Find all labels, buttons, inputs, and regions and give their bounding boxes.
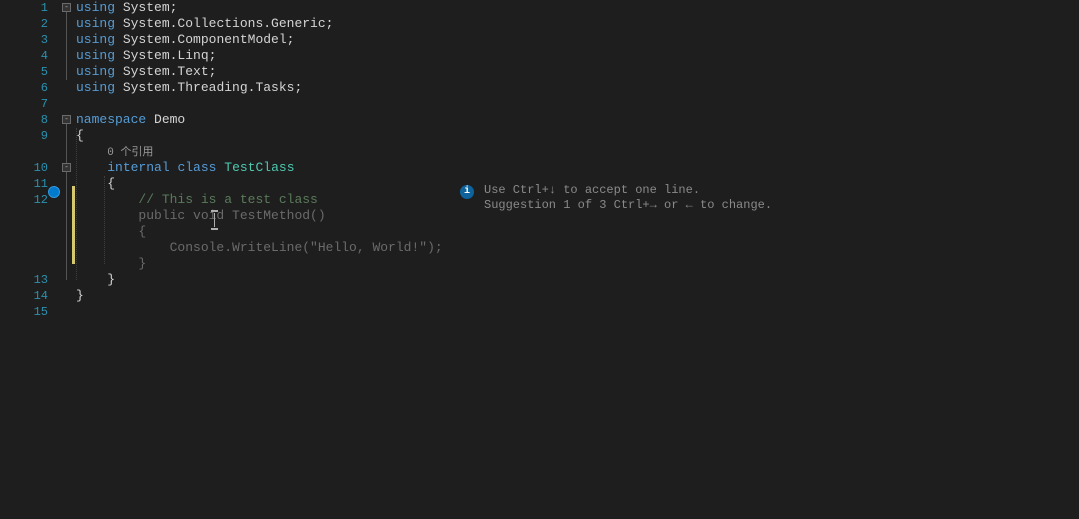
code-line[interactable]: using System.Linq; bbox=[76, 48, 1079, 64]
inline-suggestion-hint: i Use Ctrl+↓ to accept one line. Suggest… bbox=[460, 183, 772, 213]
punct: ; bbox=[209, 48, 217, 63]
text-caret bbox=[214, 213, 215, 227]
codelens-line[interactable]: 0 个引用 bbox=[76, 144, 1079, 160]
code-area[interactable]: using System; using System.Collections.G… bbox=[62, 0, 1079, 519]
code-line[interactable]: using System.ComponentModel; bbox=[76, 32, 1079, 48]
codelens-references[interactable]: 0 个引用 bbox=[107, 147, 153, 159]
code-line[interactable] bbox=[76, 96, 1079, 112]
ghost-spacer bbox=[0, 208, 48, 224]
keyword: using bbox=[76, 16, 115, 31]
line-number: 12 bbox=[0, 192, 48, 208]
line-number: 7 bbox=[0, 96, 48, 112]
code-line[interactable]: using System.Collections.Generic; bbox=[76, 16, 1079, 32]
ghost-suggestion: // This is a test class bbox=[138, 192, 317, 207]
line-number: 3 bbox=[0, 32, 48, 48]
namespace: System.Collections.Generic bbox=[123, 16, 326, 31]
punct: ; bbox=[294, 80, 302, 95]
keyword: using bbox=[76, 80, 115, 95]
code-line[interactable]: internal class TestClass bbox=[76, 160, 1079, 176]
line-number: 2 bbox=[0, 16, 48, 32]
namespace: System bbox=[123, 0, 170, 15]
code-line[interactable]: namespace Demo bbox=[76, 112, 1079, 128]
keyword: using bbox=[76, 64, 115, 79]
punct: ; bbox=[287, 32, 295, 47]
keyword: class bbox=[177, 160, 216, 175]
line-number: 10 bbox=[0, 160, 48, 176]
class-name: TestClass bbox=[224, 160, 294, 175]
line-number: 15 bbox=[0, 304, 48, 320]
line-number: 13 bbox=[0, 272, 48, 288]
hint-line-1: Use Ctrl+↓ to accept one line. bbox=[484, 183, 772, 198]
namespace: System.Threading.Tasks bbox=[123, 80, 295, 95]
ghost-line[interactable]: Console.WriteLine("Hello, World!"); bbox=[76, 240, 1079, 256]
line-number: 11 bbox=[0, 176, 48, 192]
keyword: internal bbox=[107, 160, 169, 175]
brace: { bbox=[76, 128, 84, 143]
ghost-line[interactable]: { bbox=[76, 224, 1079, 240]
keyword: using bbox=[76, 48, 115, 63]
code-line[interactable]: } bbox=[76, 288, 1079, 304]
keyword: using bbox=[76, 0, 115, 15]
namespace: System.ComponentModel bbox=[123, 32, 287, 47]
code-line[interactable] bbox=[76, 304, 1079, 320]
hint-line-2: Suggestion 1 of 3 Ctrl+→ or ← to change. bbox=[484, 198, 772, 213]
ghost-spacer bbox=[0, 256, 48, 272]
codelens-spacer bbox=[0, 144, 48, 160]
line-number-gutter: 1 2 3 4 5 6 7 8 9 10 11 12 13 14 15 bbox=[0, 0, 62, 519]
ghost-suggestion: { bbox=[138, 224, 146, 239]
code-line[interactable]: using System.Threading.Tasks; bbox=[76, 80, 1079, 96]
info-icon: i bbox=[460, 185, 474, 199]
hint-text: Use Ctrl+↓ to accept one line. Suggestio… bbox=[484, 183, 772, 213]
keyword: namespace bbox=[76, 112, 146, 127]
ghost-suggestion: } bbox=[138, 256, 146, 271]
ghost-suggestion: public void TestMethod() bbox=[138, 208, 325, 223]
ghost-spacer bbox=[0, 224, 48, 240]
line-number: 1 bbox=[0, 0, 48, 16]
brace: } bbox=[107, 272, 115, 287]
namespace: System.Text bbox=[123, 64, 209, 79]
code-line[interactable]: using System.Text; bbox=[76, 64, 1079, 80]
brace: } bbox=[76, 288, 84, 303]
namespace-name: Demo bbox=[154, 112, 185, 127]
line-number: 4 bbox=[0, 48, 48, 64]
code-line[interactable]: using System; bbox=[76, 0, 1079, 16]
ghost-spacer bbox=[0, 240, 48, 256]
ghost-suggestion: Console.WriteLine("Hello, World!"); bbox=[170, 240, 443, 255]
line-number: 6 bbox=[0, 80, 48, 96]
punct: ; bbox=[326, 16, 334, 31]
code-line[interactable]: } bbox=[76, 272, 1079, 288]
ghost-line[interactable]: } bbox=[76, 256, 1079, 272]
namespace: System.Linq bbox=[123, 48, 209, 63]
line-number: 14 bbox=[0, 288, 48, 304]
code-editor[interactable]: 1 2 3 4 5 6 7 8 9 10 11 12 13 14 15 - - … bbox=[0, 0, 1079, 519]
suggestion-indicator-icon[interactable] bbox=[48, 186, 60, 198]
line-number: 9 bbox=[0, 128, 48, 144]
keyword: using bbox=[76, 32, 115, 47]
brace: { bbox=[107, 176, 115, 191]
code-line[interactable]: { bbox=[76, 128, 1079, 144]
line-number: 8 bbox=[0, 112, 48, 128]
line-number: 5 bbox=[0, 64, 48, 80]
punct: ; bbox=[170, 0, 178, 15]
punct: ; bbox=[209, 64, 217, 79]
